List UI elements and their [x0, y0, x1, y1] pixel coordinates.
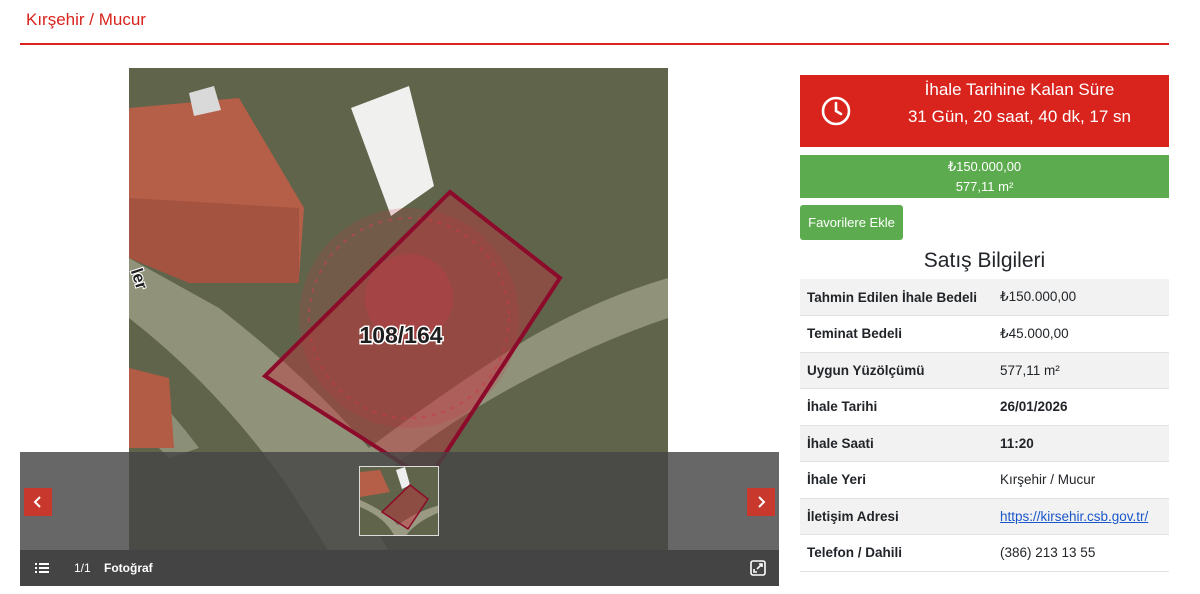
row-key: İhale Tarihi: [800, 388, 993, 426]
countdown-label: İhale Tarihine Kalan Süre: [924, 80, 1115, 99]
row-value: https://kirsehir.csb.gov.tr/: [993, 498, 1169, 535]
price-value: ₺150.000,00: [947, 159, 1022, 174]
countdown-value: 31 Gün, 20 saat, 40 dk, 17 sn: [907, 107, 1132, 126]
row-key: İhale Saati: [800, 425, 993, 462]
row-value: Kırşehir / Mucur: [993, 461, 1169, 499]
row-value: ₺150.000,00: [993, 279, 1169, 316]
table-row: İhale Yeri Kırşehir / Mucur: [800, 461, 1169, 499]
row-value: (386) 213 13 55: [993, 534, 1169, 572]
row-key: Uygun Yüzölçümü: [800, 352, 993, 389]
table-row: İhale Tarihi 26/01/2026: [800, 388, 1169, 426]
sale-info-table: Tahmin Edilen İhale Bedeli ₺150.000,00 T…: [800, 279, 1169, 572]
area-value: 577,11 m²: [955, 179, 1014, 194]
row-value: ₺45.000,00: [993, 315, 1169, 353]
thumbnail-image: [360, 467, 438, 535]
page-title: Kırşehir / Mucur: [26, 10, 146, 29]
contact-address-link[interactable]: https://kirsehir.csb.gov.tr/: [1000, 509, 1148, 524]
chevron-left-icon: [33, 496, 41, 508]
add-to-favorites-button[interactable]: Favorilere Ekle: [800, 205, 903, 240]
auction-countdown: İhale Tarihine Kalan Süre 31 Gün, 20 saa…: [800, 75, 1169, 147]
table-row: Tahmin Edilen İhale Bedeli ₺150.000,00: [800, 279, 1169, 316]
thumbnail-photo[interactable]: [359, 466, 439, 536]
table-row: İletişim Adresi https://kirsehir.csb.gov…: [800, 498, 1169, 535]
gallery-toolbar: 1/1 Fotoğraf: [20, 550, 779, 586]
photo-counter: 1/1: [74, 561, 91, 575]
row-key: Teminat Bedeli: [800, 315, 993, 353]
table-row: İhale Saati 11:20: [800, 425, 1169, 462]
row-key: Tahmin Edilen İhale Bedeli: [800, 279, 993, 316]
clock-icon: [821, 96, 851, 126]
next-photo-button[interactable]: [747, 488, 775, 516]
table-row: Uygun Yüzölçümü 577,11 m²: [800, 352, 1169, 389]
fullscreen-icon[interactable]: [749, 559, 767, 577]
row-key: İhale Yeri: [800, 461, 993, 499]
list-icon[interactable]: [34, 560, 50, 576]
chevron-right-icon: [758, 496, 766, 508]
row-key: Telefon / Dahili: [800, 534, 993, 572]
thumbnail-strip: [20, 452, 779, 550]
photo-gallery: 108/164 ler 1/1 Fotoğraf: [20, 68, 779, 586]
parcel-number-label: 108/164: [359, 322, 442, 348]
row-value: 11:20: [993, 425, 1169, 462]
row-key: İletişim Adresi: [800, 498, 993, 535]
table-row: Telefon / Dahili (386) 213 13 55: [800, 534, 1169, 572]
row-value: 26/01/2026: [993, 388, 1169, 426]
table-row: Teminat Bedeli ₺45.000,00: [800, 315, 1169, 353]
price-summary: ₺150.000,00 577,11 m²: [800, 155, 1169, 198]
sale-info-title: Satış Bilgileri: [923, 249, 1046, 272]
gallery-label: Fotoğraf: [104, 561, 153, 575]
header-divider: [20, 43, 1169, 45]
row-value: 577,11 m²: [993, 352, 1169, 389]
previous-photo-button[interactable]: [24, 488, 52, 516]
